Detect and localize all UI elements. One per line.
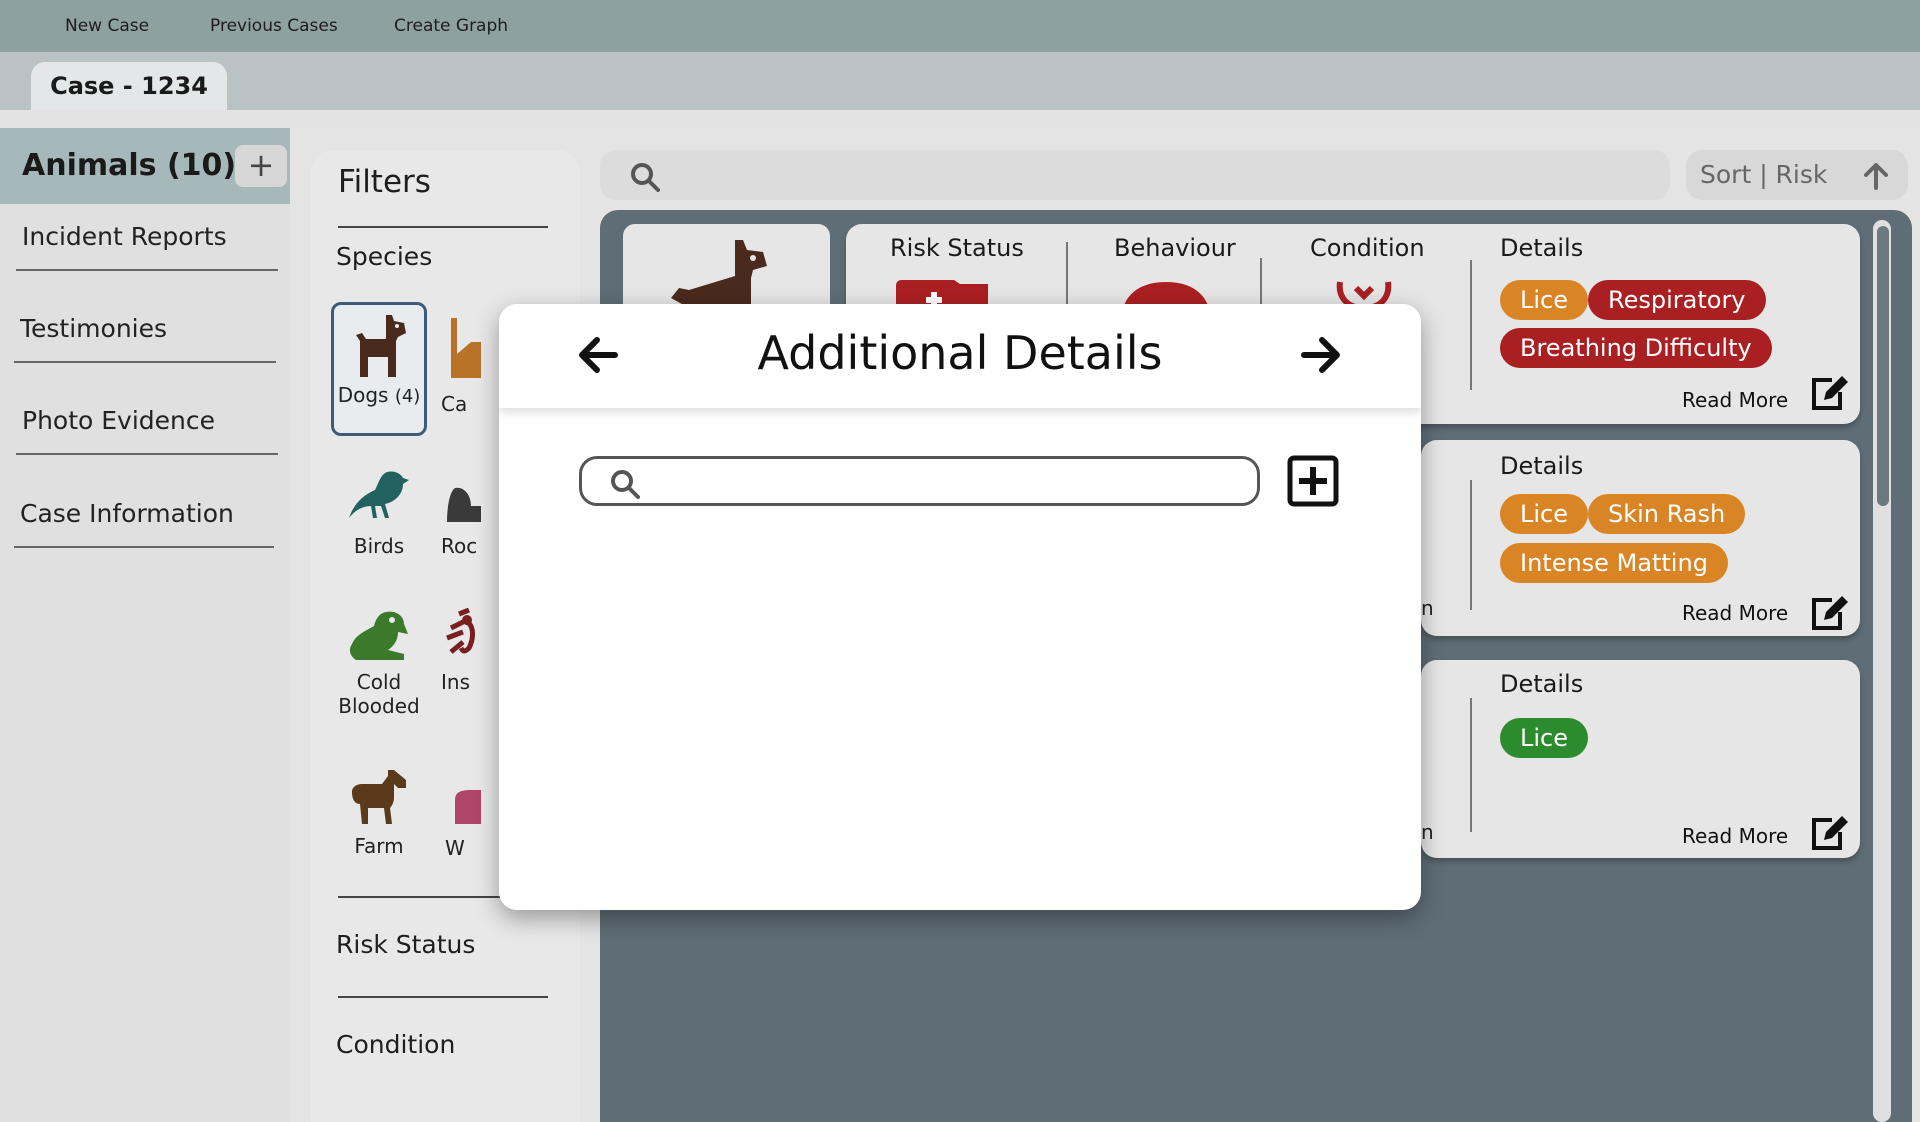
divider (338, 226, 548, 228)
sort-button[interactable]: Sort | Risk (1686, 150, 1908, 200)
arrow-right-icon[interactable] (1300, 334, 1342, 376)
species-label: Dogs (337, 383, 389, 407)
modal-header: Additional Details (499, 304, 1421, 408)
tag-lice[interactable]: Lice (1500, 280, 1588, 320)
species-label: Ins (441, 670, 470, 694)
species-label: Birds (353, 534, 405, 558)
frog-icon (349, 611, 408, 660)
tab-case[interactable]: Case - 1234 (31, 62, 227, 110)
divider (1066, 242, 1068, 312)
cat-icon (451, 318, 481, 378)
edit-icon[interactable] (1810, 816, 1848, 852)
edit-icon[interactable] (1810, 376, 1848, 412)
species-label: Roc (441, 534, 478, 558)
species-filter-rodents[interactable]: Roc (441, 480, 481, 558)
divider (1470, 698, 1472, 832)
sidebar-header: Animals (10) + (0, 128, 290, 204)
animal-search-input[interactable] (600, 150, 1670, 200)
sidebar-item-photo-evidence[interactable]: Photo Evidence (16, 406, 278, 455)
sidebar-item-case-information[interactable]: Case Information (14, 499, 274, 548)
tab-content-divider (0, 110, 1920, 128)
read-more-link[interactable]: Read More (1682, 824, 1788, 848)
condition-heading[interactable]: Condition (336, 1030, 455, 1059)
tag-skin-rash[interactable]: Skin Rash (1588, 494, 1746, 534)
risk-status-header: Risk Status (890, 234, 1024, 262)
tag-breathing-difficulty[interactable]: Breathing Difficulty (1500, 328, 1772, 368)
card-partial-text: n (1421, 820, 1434, 844)
condition-header: Condition (1310, 234, 1425, 262)
behaviour-header: Behaviour (1114, 234, 1236, 262)
tag-lice[interactable]: Lice (1500, 494, 1588, 534)
divider (1470, 260, 1472, 390)
species-label: Farm (354, 834, 404, 858)
wild-icon (455, 790, 481, 824)
species-filter-dogs[interactable]: Dogs (4) (331, 302, 427, 436)
species-label: Cold (356, 670, 402, 694)
insect-icon (446, 608, 475, 654)
details-search-field[interactable] (579, 456, 1260, 506)
tag-respiratory[interactable]: Respiratory (1588, 280, 1766, 320)
species-filter-cold-blooded[interactable]: Cold Blooded (331, 610, 427, 718)
nav-create-graph[interactable]: Create Graph (394, 16, 508, 36)
divider (338, 996, 548, 998)
species-filter-farm[interactable]: Farm (331, 768, 427, 858)
scrollbar-thumb[interactable] (1877, 226, 1889, 506)
divider (1470, 480, 1472, 610)
details-header: Details (1500, 234, 1584, 262)
dog-icon (356, 315, 406, 377)
additional-details-modal: Additional Details (499, 304, 1421, 910)
horse-icon (352, 770, 406, 824)
card-partial-text: n (1421, 596, 1434, 620)
species-heading: Species (336, 242, 433, 271)
nav-previous-cases[interactable]: Previous Cases (210, 16, 338, 36)
modal-title: Additional Details (757, 326, 1163, 380)
read-more-link[interactable]: Read More (1682, 601, 1788, 625)
tag-lice[interactable]: Lice (1500, 718, 1588, 758)
species-filter-wild[interactable]: W (441, 788, 481, 860)
species-label-line2: Blooded (338, 694, 420, 718)
details-header: Details (1500, 452, 1584, 480)
bird-icon (349, 471, 409, 518)
species-label: W (445, 836, 465, 860)
details-header: Details (1500, 670, 1584, 698)
arrow-up-icon (1864, 163, 1888, 190)
species-label: Ca (441, 392, 468, 416)
top-nav-bar: New Case Previous Cases Create Graph (0, 0, 1920, 52)
risk-status-heading[interactable]: Risk Status (336, 930, 475, 959)
sidebar: Animals (10) + Incident Reports Testimon… (0, 128, 290, 1122)
plus-square-icon[interactable] (1287, 455, 1339, 507)
animal-card[interactable]: n Details Lice Skin Rash Intense Matting… (1421, 440, 1860, 636)
animal-card[interactable]: n Details Lice Read More (1421, 660, 1860, 858)
dog-icon (671, 240, 767, 308)
sidebar-item-incident-reports[interactable]: Incident Reports (16, 222, 278, 271)
tag-intense-matting[interactable]: Intense Matting (1500, 543, 1728, 583)
filters-title: Filters (338, 164, 431, 200)
search-icon (631, 163, 660, 192)
rodent-icon (447, 487, 481, 522)
edit-icon[interactable] (1810, 596, 1848, 632)
species-count: (4) (394, 386, 421, 407)
read-more-link[interactable]: Read More (1682, 388, 1788, 412)
case-tab-strip (0, 52, 1920, 110)
sort-label: Sort | Risk (1700, 160, 1828, 189)
species-filter-insects[interactable]: Ins (441, 608, 481, 694)
search-icon (611, 470, 640, 499)
species-filter-birds[interactable]: Birds (331, 466, 427, 558)
nav-new-case[interactable]: New Case (65, 16, 149, 36)
sidebar-item-testimonies[interactable]: Testimonies (14, 314, 276, 363)
animal-photo-thumb[interactable] (623, 224, 830, 308)
add-animal-button[interactable]: + (235, 145, 287, 187)
sidebar-title: Animals (10) (22, 148, 237, 183)
species-filter-cats[interactable]: Ca (441, 314, 481, 416)
details-search-input[interactable] (652, 465, 1242, 497)
